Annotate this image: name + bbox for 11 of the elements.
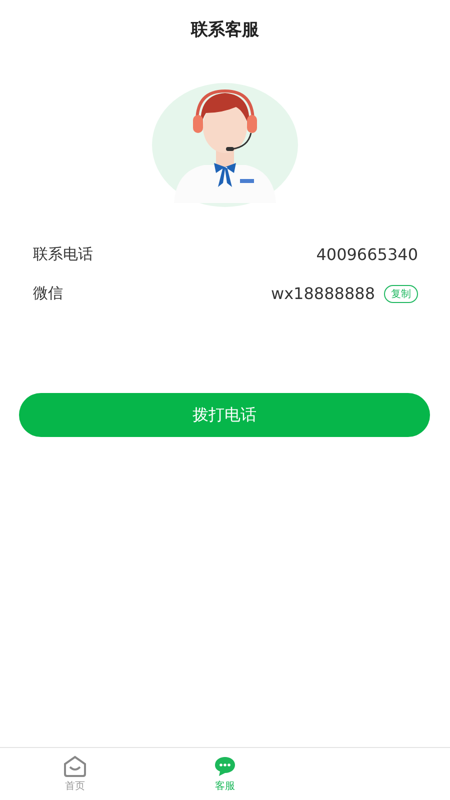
tab-bar-item[interactable]: 首页 [0, 748, 150, 800]
home-icon [63, 755, 87, 777]
page-title: 联系客服 [190, 19, 260, 42]
contact-value: wx18888888 [271, 284, 375, 303]
contact-label: 联系电话 [33, 245, 94, 264]
tab-bar-item[interactable]: 客服 [150, 748, 300, 800]
chat-icon [213, 755, 237, 777]
contact-label: 微信 [33, 284, 64, 303]
copy-button[interactable]: 复制 [384, 284, 418, 302]
call-button[interactable]: 拨打电话 [19, 393, 430, 437]
contact-value: 4009665340 [316, 245, 418, 264]
